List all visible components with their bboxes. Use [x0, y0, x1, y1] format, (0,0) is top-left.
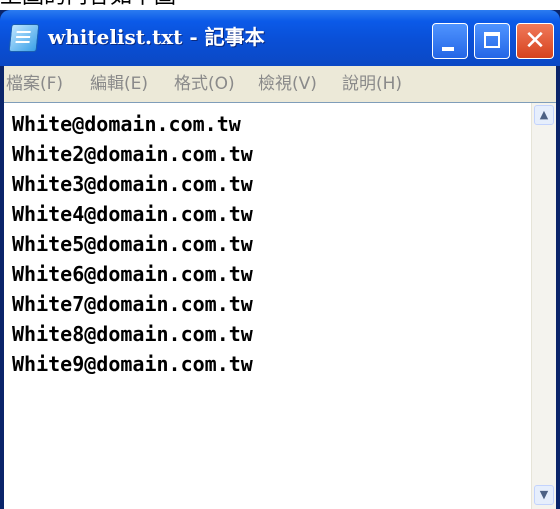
- text-line: White4@domain.com.tw: [12, 202, 253, 226]
- maximize-button[interactable]: [474, 23, 510, 59]
- scroll-down-button[interactable]: ▼: [534, 485, 554, 505]
- menu-help[interactable]: 說明(H): [342, 66, 402, 102]
- vertical-scrollbar[interactable]: ▲ ▼: [531, 103, 556, 509]
- document-text[interactable]: White@domain.com.tw White2@domain.com.tw…: [12, 109, 522, 379]
- close-icon: ✕: [524, 26, 546, 56]
- chevron-up-icon: ▲: [539, 108, 549, 121]
- text-line: White7@domain.com.tw: [12, 292, 253, 316]
- menu-file[interactable]: 檔案(F): [6, 66, 63, 102]
- chevron-down-icon: ▼: [539, 488, 549, 501]
- menu-view[interactable]: 檢視(V): [258, 66, 317, 102]
- text-line: White6@domain.com.tw: [12, 262, 253, 286]
- text-line: White3@domain.com.tw: [12, 172, 253, 196]
- text-line: White9@domain.com.tw: [12, 352, 253, 376]
- notepad-icon[interactable]: [8, 24, 40, 52]
- text-line: White5@domain.com.tw: [12, 232, 253, 256]
- text-line: White8@domain.com.tw: [12, 322, 253, 346]
- menu-bar: 檔案(F) 編輯(E) 格式(O) 檢視(V) 說明(H): [4, 66, 556, 102]
- title-bar[interactable]: whitelist.txt - 記事本 ✕: [0, 10, 560, 66]
- minimize-button[interactable]: [432, 23, 468, 59]
- window-title: whitelist.txt - 記事本: [48, 25, 265, 49]
- text-line: White2@domain.com.tw: [12, 142, 253, 166]
- text-line: White@domain.com.tw: [12, 112, 241, 136]
- scroll-up-button[interactable]: ▲: [534, 105, 554, 125]
- menu-format[interactable]: 格式(O): [174, 66, 235, 102]
- caption-fragment: 上圖的內容如下圖: [0, 0, 560, 8]
- close-button[interactable]: ✕: [516, 23, 554, 59]
- notepad-window: whitelist.txt - 記事本 ✕ 檔案(F) 編輯(E) 格式(O) …: [0, 10, 560, 509]
- text-editor[interactable]: White@domain.com.tw White2@domain.com.tw…: [4, 102, 556, 509]
- menu-edit[interactable]: 編輯(E): [90, 66, 148, 102]
